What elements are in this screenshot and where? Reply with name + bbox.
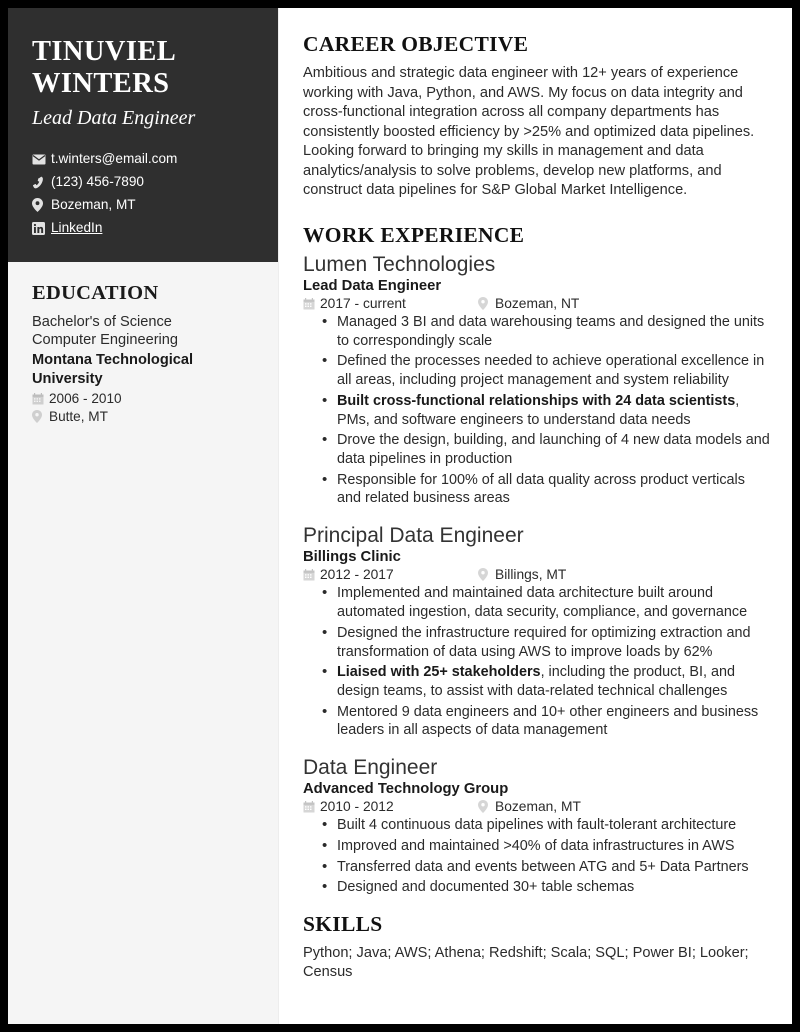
job-location-block: Billings, MT	[478, 567, 566, 582]
contact-email-text: t.winters@email.com	[51, 150, 178, 166]
contact-email: t.winters@email.com	[32, 150, 254, 167]
job-dates: 2017 - current	[320, 296, 406, 312]
work-experience-section: WORK EXPERIENCE Lumen Technologies Lead …	[303, 223, 770, 897]
bullet-text: Drove the design, building, and launchin…	[337, 432, 770, 468]
education-section: EDUCATION Bachelor's of Science Computer…	[8, 262, 278, 1024]
job-meta: 2012 - 2017 Billings, MT	[303, 567, 770, 582]
calendar-icon	[32, 392, 49, 405]
contact-phone: (123) 456-7890	[32, 173, 254, 190]
map-pin-icon	[478, 800, 495, 814]
bullet-text: Mentored 9 data engineers and 10+ other …	[337, 703, 759, 739]
list-item: Mentored 9 data engineers and 10+ other …	[322, 702, 770, 740]
bullet-text: Designed the infrastructure required for…	[337, 624, 751, 660]
list-item: Implemented and maintained data architec…	[322, 583, 770, 621]
job-meta: 2010 - 2012 Bozeman, MT	[303, 799, 770, 814]
job-entry: Lumen Technologies Lead Data Engineer 20…	[303, 252, 770, 508]
education-location-row: Butte, MT	[32, 409, 254, 424]
education-title: EDUCATION	[32, 281, 159, 304]
skills-text: Python; Java; AWS; Athena; Redshift; Sca…	[303, 945, 749, 981]
work-experience-title: WORK EXPERIENCE	[303, 222, 525, 247]
bullet-bold-text: Built cross-functional relationships wit…	[337, 392, 736, 409]
job-location-block: Bozeman, MT	[478, 799, 581, 814]
list-item: Liaised with 25+ stakeholders, including…	[322, 662, 770, 700]
sidebar-header: TINUVIEL WINTERS Lead Data Engineer t.wi…	[8, 8, 278, 262]
job-company: Principal Data Engineer	[303, 524, 524, 548]
job-meta: 2017 - current Bozeman, NT	[303, 296, 770, 311]
candidate-name: TINUVIEL WINTERS	[32, 36, 254, 100]
education-school: Montana Technological University	[32, 351, 194, 387]
list-item: Defined the processes needed to achieve …	[322, 351, 770, 389]
bullet-text: Transferred data and events between ATG …	[337, 858, 749, 875]
candidate-first-name: TINUVIEL	[32, 36, 177, 67]
job-dates-block: 2010 - 2012	[303, 799, 478, 814]
bullet-bold-text: Liaised with 25+ stakeholders	[337, 664, 541, 681]
job-location: Bozeman, MT	[495, 799, 581, 815]
education-degree: Bachelor's of Science	[32, 313, 172, 330]
contact-location: Bozeman, MT	[32, 196, 254, 213]
list-item: Designed the infrastructure required for…	[322, 623, 770, 661]
contact-list: t.winters@email.com (123) 456-7890 Bozem…	[32, 150, 254, 236]
map-pin-icon	[478, 297, 495, 311]
bullet-text: Designed and documented 30+ table schema…	[337, 879, 635, 896]
job-role: Billings Clinic	[303, 549, 401, 566]
job-role: Lead Data Engineer	[303, 278, 442, 295]
skills-title: SKILLS	[303, 912, 383, 937]
job-bullets: Implemented and maintained data architec…	[303, 583, 770, 740]
education-dates-row: 2006 - 2010	[32, 391, 254, 406]
job-entry: Data Engineer Advanced Technology Group …	[303, 755, 770, 897]
career-objective-title: CAREER OBJECTIVE	[303, 32, 529, 56]
job-location-block: Bozeman, NT	[478, 296, 579, 311]
list-item: Built cross-functional relationships wit…	[322, 391, 770, 429]
list-item: Managed 3 BI and data warehousing teams …	[322, 312, 770, 350]
envelope-icon	[32, 154, 51, 165]
calendar-icon	[303, 568, 320, 581]
list-item: Improved and maintained >40% of data inf…	[322, 836, 770, 856]
job-bullets: Managed 3 BI and data warehousing teams …	[303, 312, 770, 508]
job-dates: 2010 - 2012	[320, 799, 394, 815]
candidate-last-name: WINTERS	[32, 67, 170, 99]
map-pin-icon	[32, 410, 49, 424]
contact-phone-text: (123) 456-7890	[51, 173, 144, 189]
contact-linkedin[interactable]: LinkedIn	[32, 220, 254, 236]
career-objective-text: Ambitious and strategic data engineer wi…	[303, 65, 755, 199]
contact-linkedin-text[interactable]: LinkedIn	[51, 220, 102, 236]
job-bullets: Built 4 continuous data pipelines with f…	[303, 815, 770, 897]
bullet-text: Improved and maintained >40% of data inf…	[337, 838, 735, 855]
career-objective-section: CAREER OBJECTIVE Ambitious and strategic…	[303, 32, 770, 201]
job-dates-block: 2017 - current	[303, 296, 478, 311]
skills-section: SKILLS Python; Java; AWS; Athena; Redshi…	[303, 912, 770, 982]
job-dates-block: 2012 - 2017	[303, 567, 478, 582]
list-item: Transferred data and events between ATG …	[322, 857, 770, 877]
bullet-text: Responsible for 100% of all data quality…	[337, 471, 745, 507]
phone-icon	[32, 176, 51, 189]
map-pin-icon	[478, 568, 495, 582]
list-item: Drove the design, building, and launchin…	[322, 430, 770, 468]
main-column: CAREER OBJECTIVE Ambitious and strategic…	[279, 8, 792, 1024]
candidate-headline: Lead Data Engineer	[32, 106, 196, 129]
job-role: Advanced Technology Group	[303, 781, 509, 798]
bullet-text: Managed 3 BI and data warehousing teams …	[337, 314, 765, 349]
job-company: Data Engineer	[303, 756, 438, 780]
map-pin-icon	[32, 198, 51, 213]
education-field: Computer Engineering	[32, 332, 179, 349]
job-company: Lumen Technologies	[303, 252, 496, 276]
calendar-icon	[303, 800, 320, 813]
education-location: Butte, MT	[49, 409, 108, 425]
job-entry: Principal Data Engineer Billings Clinic …	[303, 523, 770, 740]
education-dates: 2006 - 2010	[49, 391, 122, 407]
contact-location-text: Bozeman, MT	[51, 196, 136, 212]
list-item: Built 4 continuous data pipelines with f…	[322, 815, 770, 835]
bullet-text: Defined the processes needed to achieve …	[337, 353, 765, 389]
list-item: Designed and documented 30+ table schema…	[322, 877, 770, 897]
bullet-text: Built 4 continuous data pipelines with f…	[337, 817, 737, 834]
bullet-text: Implemented and maintained data architec…	[337, 585, 748, 621]
resume-page: TINUVIEL WINTERS Lead Data Engineer t.wi…	[8, 8, 792, 1024]
list-item: Responsible for 100% of all data quality…	[322, 470, 770, 508]
linkedin-icon	[32, 221, 51, 235]
calendar-icon	[303, 297, 320, 310]
job-location: Bozeman, NT	[495, 296, 580, 312]
sidebar: TINUVIEL WINTERS Lead Data Engineer t.wi…	[8, 8, 279, 1024]
job-location: Billings, MT	[495, 567, 567, 583]
job-dates: 2012 - 2017	[320, 567, 394, 583]
